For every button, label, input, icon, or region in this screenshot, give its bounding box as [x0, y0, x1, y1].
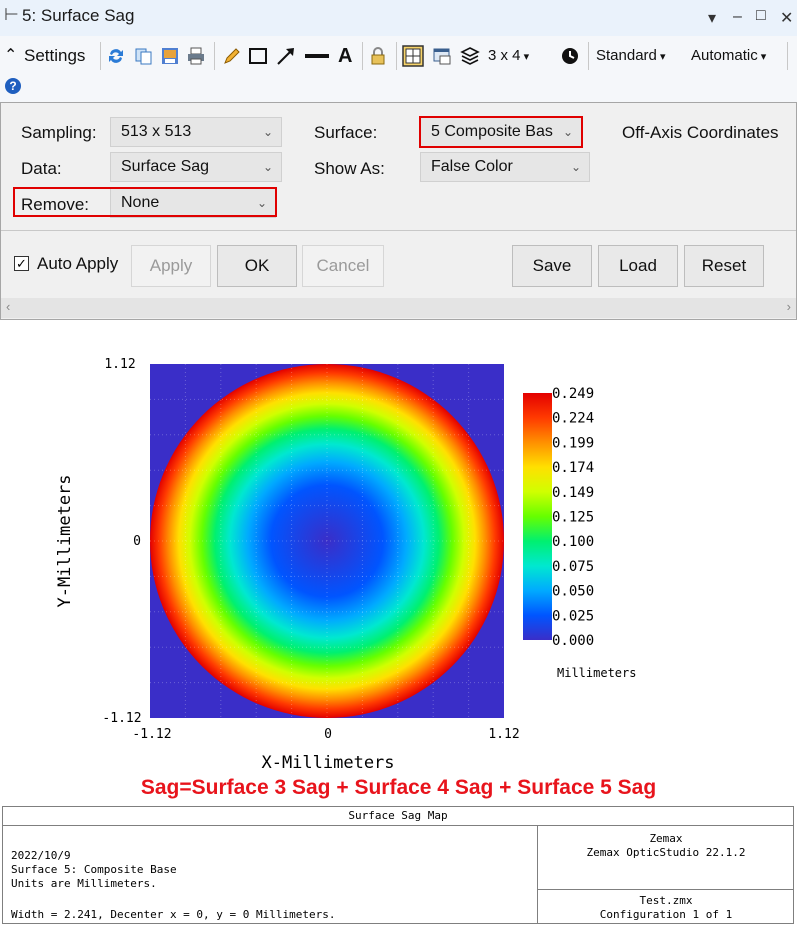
collapse-icon[interactable]: ⌃ — [4, 45, 17, 67]
surface-label: Surface: — [314, 123, 378, 142]
window-title: 5: Surface Sag — [22, 6, 135, 25]
maximize-button[interactable]: □ — [756, 7, 766, 25]
cancel-button[interactable]: Cancel — [302, 245, 384, 287]
x-tick-max: 1.12 — [488, 727, 519, 742]
data-label: Data: — [21, 159, 62, 178]
colorbar-tick-label: 0.000 — [552, 633, 594, 649]
ok-button[interactable]: OK — [217, 245, 297, 287]
auto-apply-checkbox[interactable]: ✓ — [14, 256, 29, 271]
footer-units: Units are Millimeters. — [11, 877, 157, 890]
footer-table: Surface Sag Map 2022/10/9 Surface 5: Com… — [2, 806, 794, 924]
window-icon: ⊢ — [4, 5, 19, 24]
copy-icon[interactable] — [134, 46, 154, 66]
colorbar-tick-label: 0.050 — [552, 584, 594, 600]
grid-icon[interactable] — [402, 45, 424, 67]
show-as-label: Show As: — [314, 159, 385, 178]
colorbar-tick-label: 0.249 — [552, 386, 594, 402]
layout-label: 3 x 4 — [488, 47, 521, 64]
sampling-value: 513 x 513 — [121, 123, 192, 140]
footer-title: Surface Sag Map — [3, 807, 793, 826]
layers-icon[interactable] — [460, 46, 480, 66]
rectangle-icon[interactable] — [248, 46, 268, 66]
colorbar-tick-label: 0.125 — [552, 510, 594, 526]
save-image-icon[interactable] — [160, 46, 180, 66]
sag-formula-annotation: Sag=Surface 3 Sag + Surface 4 Sag + Surf… — [140, 776, 657, 799]
show-as-value: False Color — [431, 158, 513, 175]
colorbar-ticks: 0.249 0.224 0.199 0.174 0.149 0.125 0.100 0.075… — [552, 386, 594, 649]
standard-dropdown[interactable]: Standard ▾ — [596, 45, 665, 67]
x-axis-label: X-Millimeters — [261, 753, 394, 773]
chevron-down-icon: ⌄ — [570, 160, 581, 174]
colorbar-tick-label: 0.224 — [552, 411, 594, 427]
surface-sag-chart: 1.12 0 -1.12 -1.12 0 1.12 X-Millimeters … — [55, 357, 636, 773]
x-tick-min: -1.12 — [132, 727, 171, 742]
automatic-dropdown[interactable]: Automatic ▾ — [691, 45, 766, 67]
y-axis-label: Y-Millimeters — [55, 474, 75, 607]
layout-dropdown[interactable]: 3 x 4 ▾ — [488, 45, 529, 67]
colorbar-tick-label: 0.025 — [552, 608, 594, 624]
footer-company: Zemax — [649, 832, 683, 845]
apply-button[interactable]: Apply — [131, 245, 211, 287]
scroll-right-icon[interactable]: › — [787, 299, 791, 314]
load-button[interactable]: Load — [598, 245, 678, 287]
refresh-icon[interactable] — [106, 46, 126, 66]
dropdown-icon[interactable]: ▾ — [708, 8, 716, 28]
title-bar: ⊢ 5: Surface Sag ▾ – □ ✕ — [0, 0, 797, 37]
save-button[interactable]: Save — [512, 245, 592, 287]
chevron-down-icon: ⌄ — [262, 160, 273, 174]
data-value: Surface Sag — [121, 158, 210, 175]
minimize-button[interactable]: – — [733, 8, 742, 26]
reset-button[interactable]: Reset — [684, 245, 764, 287]
data-select[interactable]: Surface Sag ⌄ — [110, 152, 282, 182]
help-icon[interactable]: ? — [4, 77, 22, 95]
footer-surface: Surface 5: Composite Base — [11, 863, 177, 876]
pencil-icon[interactable] — [222, 46, 242, 66]
svg-text:?: ? — [9, 79, 16, 93]
arrow-icon[interactable] — [276, 46, 296, 66]
clock-icon[interactable] — [560, 46, 580, 66]
window-icon[interactable] — [432, 46, 452, 66]
auto-apply-label: Auto Apply — [37, 254, 119, 273]
remove-highlight — [13, 187, 277, 217]
chevron-down-icon: ⌄ — [262, 125, 273, 139]
standard-label: Standard — [596, 47, 657, 64]
scroll-left-icon[interactable]: ‹ — [6, 299, 10, 314]
y-tick-max: 1.12 — [104, 357, 135, 372]
colorbar-tick-label: 0.149 — [552, 485, 594, 501]
colorbar-unit: Millimeters — [557, 666, 636, 680]
colorbar-tick-label: 0.075 — [552, 559, 594, 575]
print-icon[interactable] — [186, 46, 206, 66]
footer-file: Test.zmx — [639, 894, 693, 907]
surface-highlight — [419, 116, 583, 148]
show-as-select[interactable]: False Color ⌄ — [420, 152, 590, 182]
lock-icon[interactable] — [368, 46, 388, 66]
off-axis-label: Off-Axis Coordinates — [622, 123, 779, 142]
colorbar — [523, 393, 552, 640]
automatic-label: Automatic — [691, 47, 758, 64]
sampling-select[interactable]: 513 x 513 ⌄ — [110, 117, 282, 147]
colorbar-tick-label: 0.100 — [552, 534, 594, 550]
colorbar-tick-label: 0.174 — [552, 460, 594, 476]
settings-button[interactable]: Settings — [24, 45, 85, 67]
line-icon[interactable] — [304, 46, 330, 66]
sampling-label: Sampling: — [21, 123, 97, 142]
footer-date: 2022/10/9 — [11, 849, 71, 862]
y-tick-zero: 0 — [133, 534, 141, 549]
horizontal-scrollbar[interactable]: ‹ › — [1, 298, 796, 318]
close-button[interactable]: ✕ — [780, 8, 793, 28]
footer-version: Zemax OpticStudio 22.1.2 — [586, 846, 746, 859]
footer-width: Width = 2.241, Decenter x = 0, y = 0 Mil… — [11, 908, 336, 921]
y-tick-min: -1.12 — [102, 711, 141, 726]
text-icon[interactable]: A — [338, 45, 352, 67]
x-tick-zero: 0 — [324, 727, 332, 742]
footer-config: Configuration 1 of 1 — [599, 908, 733, 921]
colorbar-tick-label: 0.199 — [552, 435, 594, 451]
